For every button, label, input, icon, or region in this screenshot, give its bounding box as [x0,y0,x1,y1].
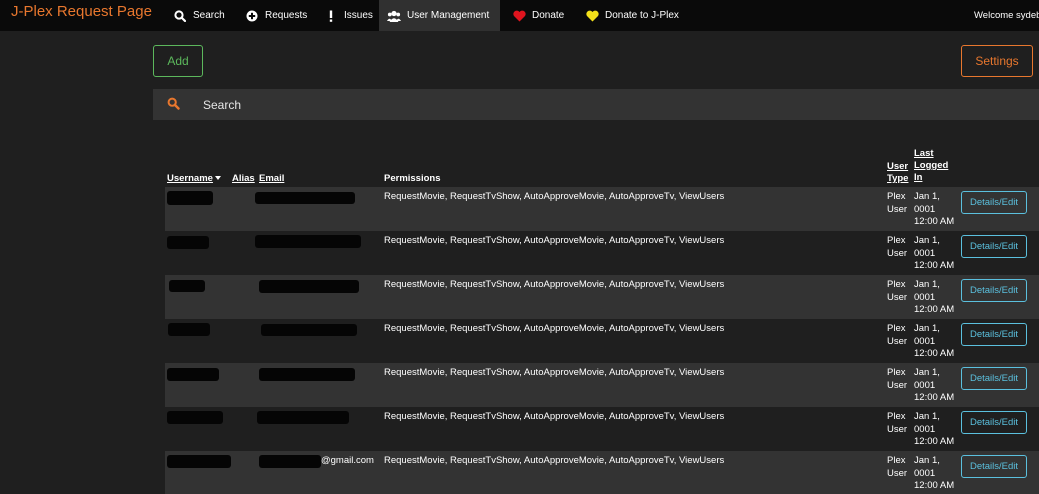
last-logged-in-cell: Jan 1, 0001 12:00 AM [914,367,955,403]
add-button[interactable]: Add [153,45,203,77]
redacted-email [255,192,355,204]
header-last-logged-in[interactable]: Last Logged In [914,148,948,184]
details-edit-button[interactable]: Details/Edit [961,191,1027,214]
plus-circle-icon [245,9,259,23]
last-logged-in-cell: Jan 1, 0001 12:00 AM [914,411,955,447]
redacted-username [167,455,231,468]
details-edit-button[interactable]: Details/Edit [961,279,1027,302]
nav-donate-jplex[interactable]: Donate to J-Plex [577,0,679,31]
header-username[interactable]: Username [167,173,221,185]
last-logged-in-cell: Jan 1, 0001 12:00 AM [914,235,955,271]
heart-icon [512,9,526,23]
redacted-username [167,236,209,249]
users-icon [387,9,401,23]
details-edit-button[interactable]: Details/Edit [961,235,1027,258]
sort-caret-icon [214,176,221,181]
nav-issues[interactable]: Issues [316,0,373,31]
redacted-email [255,235,361,248]
search-icon [167,97,181,111]
search-input[interactable] [203,92,1023,117]
brand-title[interactable]: J-Plex Request Page [11,3,152,20]
user-type-cell: Plex User [887,279,908,303]
heart-icon [585,9,599,23]
redacted-email [259,368,355,381]
search-icon [173,9,187,23]
redacted-email [261,324,357,336]
email-cell: @gmail.com [321,455,374,466]
user-type-cell: Plex User [887,235,908,259]
redacted-username [167,191,213,205]
permissions-cell: RequestMovie, RequestTvShow, AutoApprove… [384,323,725,334]
user-type-cell: Plex User [887,191,908,215]
welcome-text[interactable]: Welcome sydeb [974,10,1039,21]
table-row: RequestMovie, RequestTvShow, AutoApprove… [165,319,1039,363]
table-row: RequestMovie, RequestTvShow, AutoApprove… [165,187,1039,231]
nav-requests-label: Requests [265,10,308,21]
nav-donate-jplex-label: Donate to J-Plex [605,10,679,21]
details-edit-button[interactable]: Details/Edit [961,367,1027,390]
user-type-cell: Plex User [887,455,908,479]
details-edit-button[interactable]: Details/Edit [961,455,1027,478]
permissions-cell: RequestMovie, RequestTvShow, AutoApprove… [384,367,725,378]
exclamation-icon [324,9,338,23]
redacted-username [167,411,223,424]
user-type-cell: Plex User [887,411,908,435]
nav-donate[interactable]: Donate [504,0,564,31]
header-alias[interactable]: Alias [232,173,255,185]
last-logged-in-cell: Jan 1, 0001 12:00 AM [914,191,955,227]
search-bar [153,89,1039,120]
last-logged-in-cell: Jan 1, 0001 12:00 AM [914,455,955,491]
table-row: RequestMovie, RequestTvShow, AutoApprove… [165,363,1039,407]
redacted-email [257,411,349,424]
header-permissions: Permissions [384,173,441,184]
permissions-cell: RequestMovie, RequestTvShow, AutoApprove… [384,235,725,246]
permissions-cell: RequestMovie, RequestTvShow, AutoApprove… [384,411,725,422]
table-row: RequestMovie, RequestTvShow, AutoApprove… [165,275,1039,319]
settings-button[interactable]: Settings [961,45,1033,77]
details-edit-button[interactable]: Details/Edit [961,323,1027,346]
last-logged-in-cell: Jan 1, 0001 12:00 AM [914,323,955,359]
permissions-cell: RequestMovie, RequestTvShow, AutoApprove… [384,279,725,290]
redacted-email [259,280,359,293]
nav-user-management-label: User Management [407,10,490,21]
nav-donate-label: Donate [532,10,565,21]
nav-search-label: Search [193,10,225,21]
permissions-cell: RequestMovie, RequestTvShow, AutoApprove… [384,455,725,466]
last-logged-in-cell: Jan 1, 0001 12:00 AM [914,279,955,315]
table-row: RequestMovie, RequestTvShow, AutoApprove… [165,231,1039,275]
table-row: @gmail.com RequestMovie, RequestTvShow, … [165,451,1039,494]
table-row: RequestMovie, RequestTvShow, AutoApprove… [165,407,1039,451]
details-edit-button[interactable]: Details/Edit [961,411,1027,434]
header-email[interactable]: Email [259,173,284,185]
nav-issues-label: Issues [344,10,373,21]
redacted-email [259,455,321,468]
user-type-cell: Plex User [887,323,908,347]
nav-search[interactable]: Search [165,0,225,31]
user-type-cell: Plex User [887,367,908,391]
redacted-username [168,323,210,336]
nav-requests[interactable]: Requests [237,0,307,31]
nav-user-management[interactable]: User Management [379,0,500,31]
header-user-type[interactable]: User Type [887,161,908,185]
navbar: J-Plex Request Page Search Requests Issu… [0,0,1039,31]
redacted-username [169,280,205,292]
redacted-username [167,368,219,381]
permissions-cell: RequestMovie, RequestTvShow, AutoApprove… [384,191,725,202]
